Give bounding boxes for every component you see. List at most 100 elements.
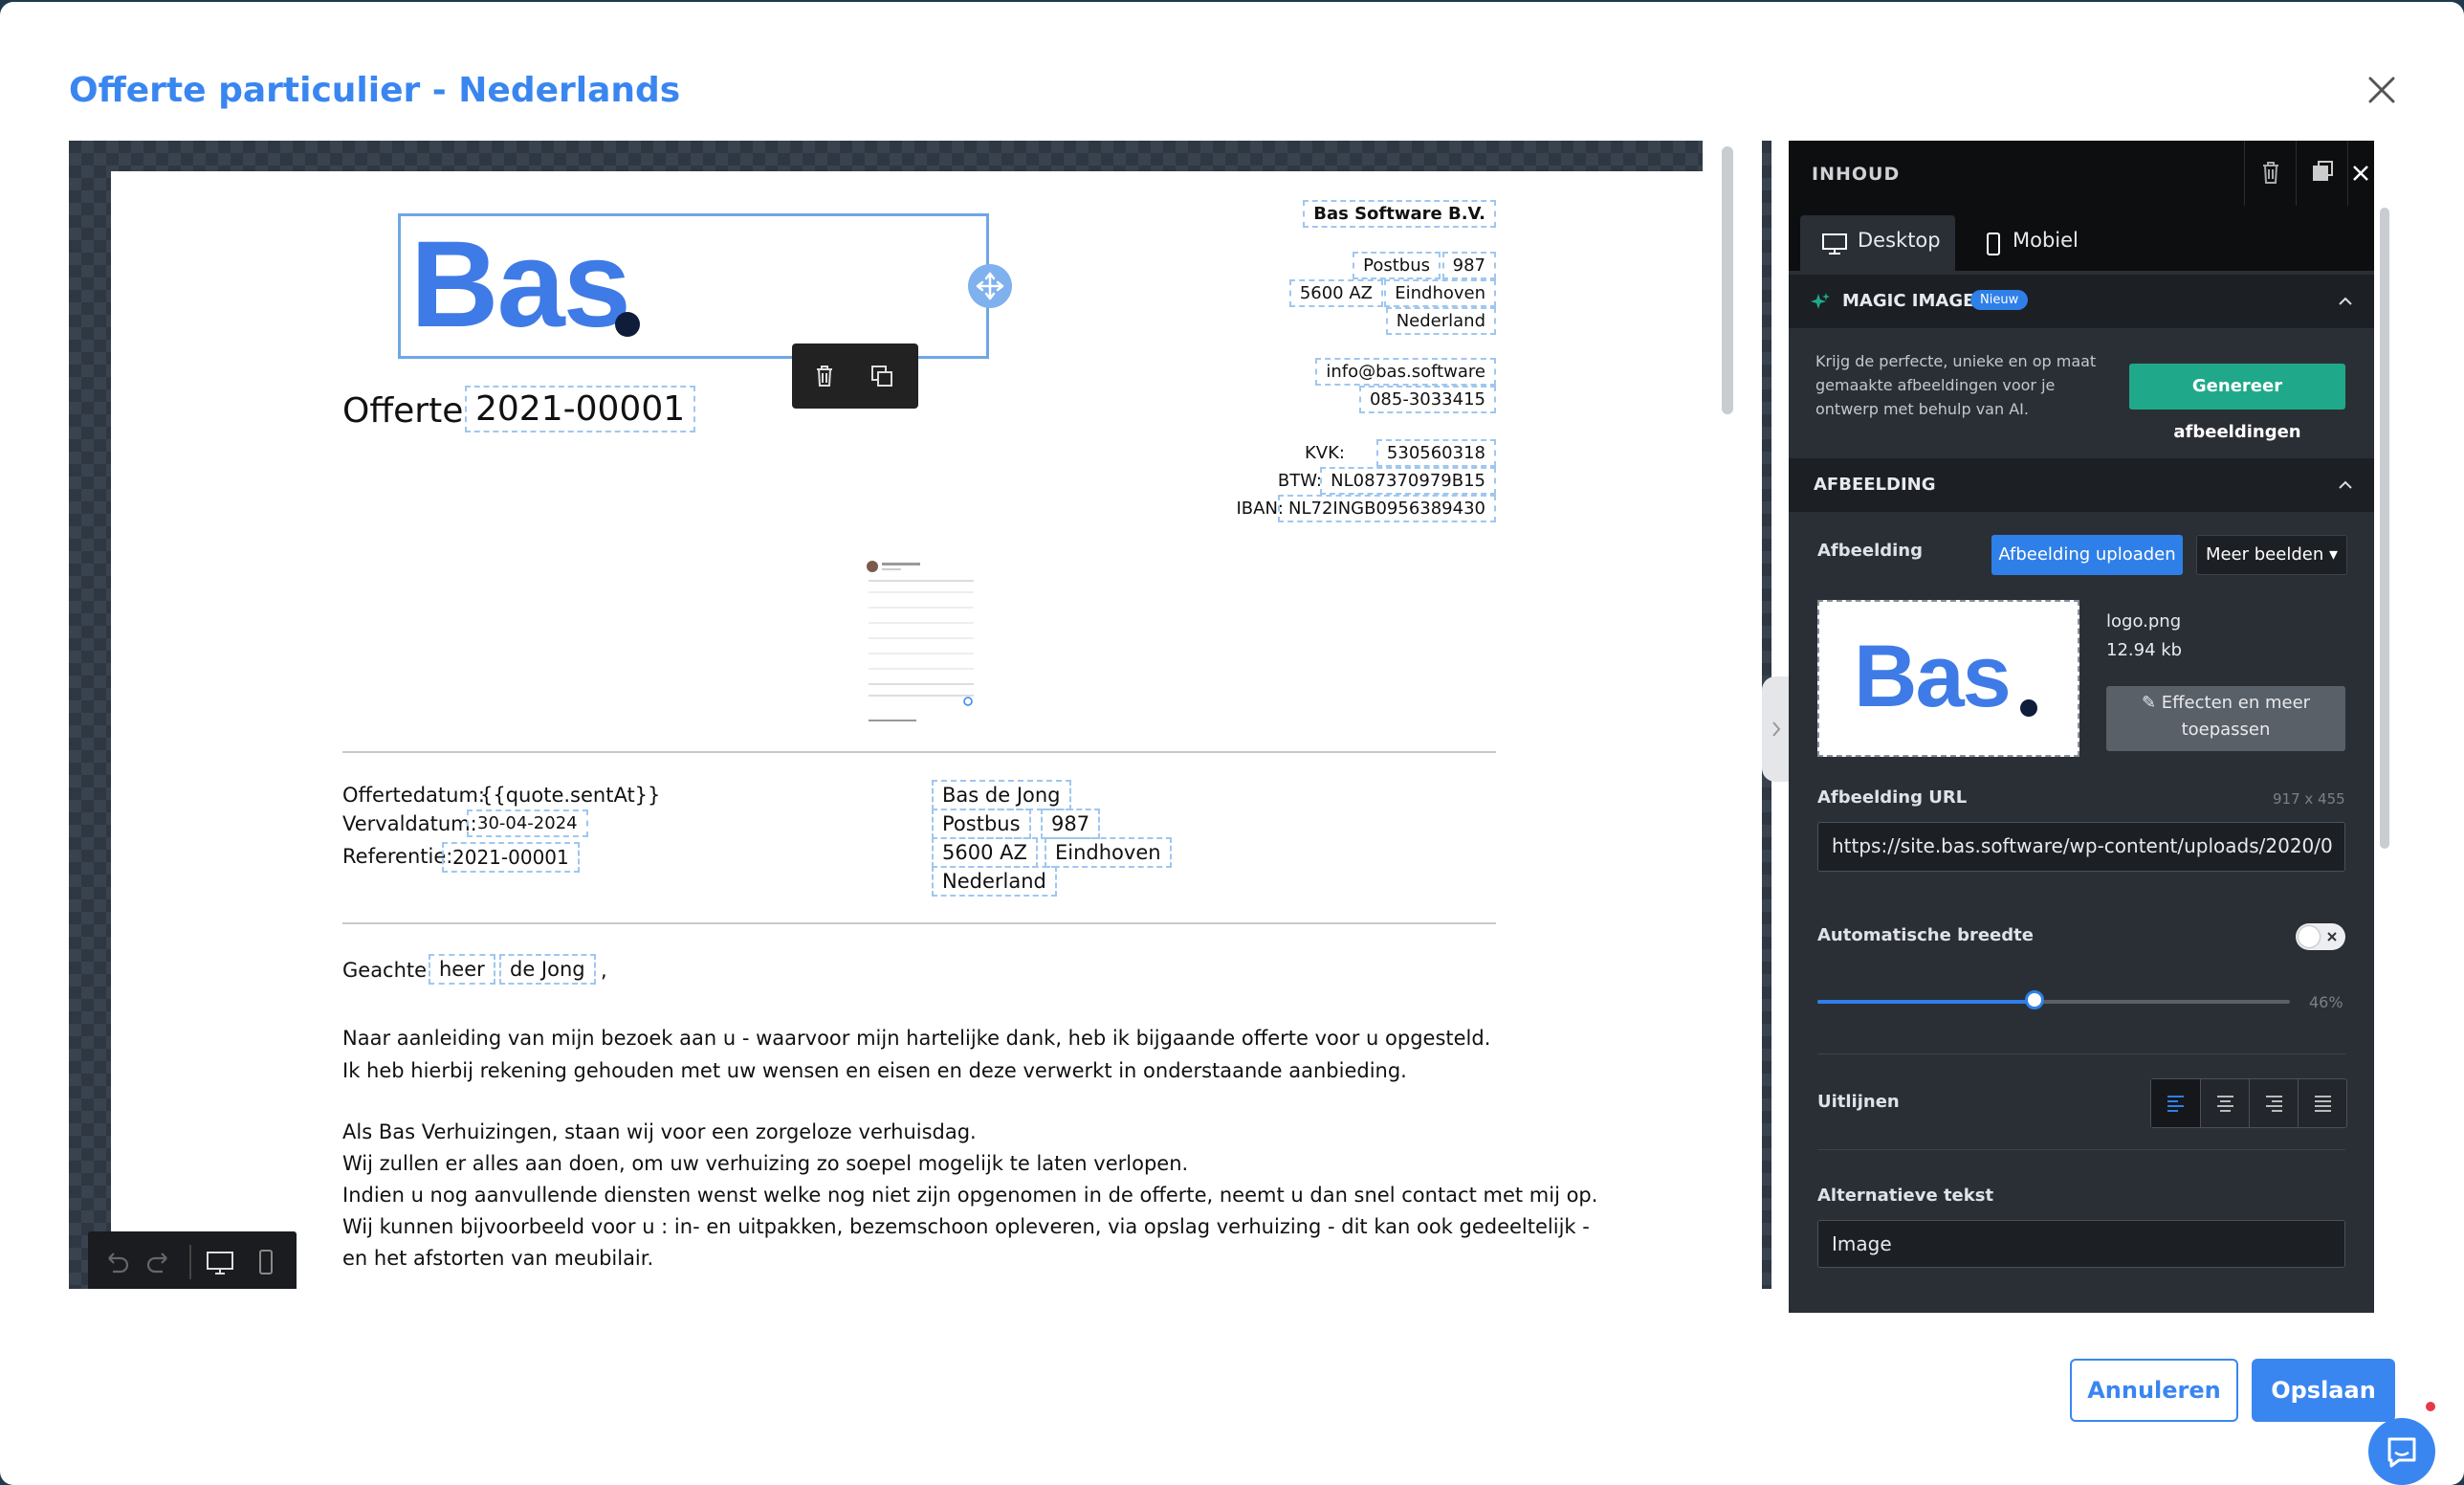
save-button[interactable]: Opslaan: [2252, 1359, 2395, 1422]
company-email[interactable]: info@bas.software: [1315, 358, 1496, 386]
divider: [342, 751, 1496, 753]
iban-label: IBAN:: [1236, 499, 1285, 519]
expiry-date[interactable]: 30-04-2024: [467, 809, 588, 837]
upload-image-button[interactable]: Afbeelding uploaden: [1991, 535, 2183, 575]
image-preview[interactable]: Bas: [1817, 600, 2079, 757]
image-label: Afbeelding: [1817, 541, 1923, 561]
company-iban[interactable]: NL72INGB0956389430: [1278, 495, 1496, 522]
panel-title: INHOUD: [1812, 164, 1901, 185]
company-phone[interactable]: 085-3033415: [1358, 386, 1496, 413]
panel-scrollbar[interactable]: [2374, 141, 2395, 1313]
expiry-label: Vervaldatum:: [342, 812, 477, 835]
salutation-lastname[interactable]: de Jong: [499, 954, 596, 985]
logo-selection[interactable]: Bas: [398, 213, 989, 359]
embedded-image-thumbnail[interactable]: [865, 559, 979, 727]
image-url-input[interactable]: https://site.bas.software/wp-content/upl…: [1817, 822, 2345, 872]
width-slider-handle[interactable]: [2025, 990, 2045, 1009]
move-handle-icon[interactable]: [968, 264, 1012, 308]
image-filename: logo.png: [2106, 611, 2182, 632]
align-justify-icon[interactable]: [2298, 1079, 2346, 1127]
magic-description: Krijg de perfecte, unieke en op maat gem…: [1815, 349, 2096, 421]
logo-text: Bas: [410, 216, 631, 353]
company-name[interactable]: Bas Software B.V.: [1303, 200, 1496, 228]
effects-label: toepassen: [2181, 720, 2271, 740]
paragraph-line: Wij kunnen bijvoorbeeld voor u : in- en …: [342, 1215, 1590, 1238]
alt-text-input[interactable]: Image: [1817, 1220, 2345, 1268]
magic-image-header[interactable]: MAGIC IMAGE Nieuw: [1789, 275, 2374, 328]
customer-name[interactable]: Bas de Jong: [932, 780, 1071, 810]
selection-toolbar: [792, 344, 918, 409]
customer-city[interactable]: Eindhoven: [1045, 837, 1172, 868]
close-icon[interactable]: [2363, 71, 2401, 109]
panel-collapse-handle[interactable]: [1762, 676, 1791, 782]
customer-zip[interactable]: 5600 AZ: [932, 837, 1038, 868]
generate-images-button[interactable]: Genereer afbeeldingen: [2129, 364, 2345, 442]
align-left-icon[interactable]: [2151, 1079, 2200, 1127]
align-center-icon[interactable]: [2200, 1079, 2249, 1127]
panel-header: INHOUD: [1789, 141, 2374, 206]
notification-dot: [2423, 1399, 2438, 1414]
duplicate-icon[interactable]: [2296, 141, 2347, 206]
auto-width-toggle[interactable]: [2296, 923, 2345, 950]
effects-button[interactable]: ✎ Effecten en meer toepassen: [2106, 686, 2345, 751]
cancel-button[interactable]: Annuleren: [2070, 1359, 2238, 1422]
tab-mobile[interactable]: Mobiel: [1959, 215, 2102, 271]
preview-logo-dot: [2020, 699, 2037, 717]
customer-country[interactable]: Nederland: [932, 866, 1057, 897]
salutation-title[interactable]: heer: [429, 954, 495, 985]
magic-description-line: ontwerp met behulp van AI.: [1815, 400, 2029, 418]
company-city[interactable]: Eindhoven: [1384, 279, 1496, 307]
modal-title: Offerte particulier - Nederlands: [69, 71, 681, 110]
chevron-up-icon[interactable]: [2334, 474, 2357, 497]
customer-street[interactable]: Postbus: [932, 809, 1031, 839]
company-country[interactable]: Nederland: [1385, 307, 1496, 335]
align-label: Uitlijnen: [1817, 1092, 1900, 1112]
quote-label: Offerte: [342, 391, 464, 431]
paragraph-line: Naar aanleiding van mijn bezoek aan u - …: [342, 1027, 1491, 1050]
magic-description-line: Krijg de perfecte, unieke en op maat: [1815, 352, 2097, 370]
company-kvk[interactable]: 530560318: [1375, 439, 1496, 467]
divider: [1817, 1149, 2345, 1150]
tab-mobile-label: Mobiel: [2013, 229, 2079, 252]
redo-icon[interactable]: [142, 1245, 176, 1279]
company-btw[interactable]: NL087370979B15: [1320, 467, 1496, 495]
align-right-icon[interactable]: [2249, 1079, 2298, 1127]
divider: [342, 922, 1496, 924]
tab-desktop[interactable]: Desktop: [1800, 215, 1955, 271]
trash-icon[interactable]: [805, 357, 844, 395]
pencil-icon: ✎: [2141, 693, 2157, 713]
view-tabs: Desktop Mobiel: [1789, 206, 2374, 271]
editor-canvas[interactable]: Bas Offerte 2021-00001 Bas Software B.V.…: [69, 141, 1771, 1289]
customer-number[interactable]: 987: [1041, 809, 1101, 839]
chevron-up-icon[interactable]: [2334, 290, 2357, 313]
company-zip[interactable]: 5600 AZ: [1288, 279, 1383, 307]
auto-width-label: Automatische breedte: [1817, 925, 2034, 945]
mobile-view-icon[interactable]: [249, 1245, 283, 1279]
image-section-header[interactable]: AFBEELDING: [1789, 458, 2374, 512]
chat-icon[interactable]: [2368, 1418, 2435, 1485]
logo-dot: [615, 312, 640, 337]
paragraph-line: Ik heb hierbij rekening gehouden met uw …: [342, 1059, 1407, 1082]
undo-icon[interactable]: [99, 1245, 134, 1279]
quote-date-label: Offertedatum:: [342, 784, 485, 807]
duplicate-icon[interactable]: [863, 357, 901, 395]
canvas-scrollbar[interactable]: [1703, 141, 1762, 1289]
trash-icon[interactable]: [2244, 141, 2296, 206]
effects-label: Effecten en meer: [2161, 693, 2311, 713]
paragraph-line: Wij zullen er alles aan doen, om uw verh…: [342, 1152, 1189, 1175]
width-value: 46%: [2309, 993, 2343, 1011]
sparkle-icon: [1810, 291, 1831, 316]
reference[interactable]: 2021-00001: [442, 842, 580, 873]
quote-date[interactable]: {{quote.sentAt}}: [480, 784, 660, 807]
image-dimensions: 917 x 455: [2273, 790, 2345, 808]
company-street[interactable]: Postbus: [1353, 252, 1441, 279]
properties-panel: INHOUD Desktop Mobiel MAGIC IMAGE Nieuw …: [1789, 141, 2374, 1313]
close-icon[interactable]: [2347, 141, 2374, 206]
document-page: Bas Offerte 2021-00001 Bas Software B.V.…: [111, 171, 1727, 1289]
more-images-dropdown[interactable]: Meer beelden ▾: [2196, 535, 2347, 575]
quote-number[interactable]: 2021-00001: [465, 386, 696, 432]
desktop-view-icon[interactable]: [203, 1245, 237, 1279]
caret-down-icon: ▾: [2328, 544, 2339, 565]
company-number[interactable]: 987: [1441, 252, 1496, 279]
width-slider-fill: [1817, 1000, 2035, 1004]
